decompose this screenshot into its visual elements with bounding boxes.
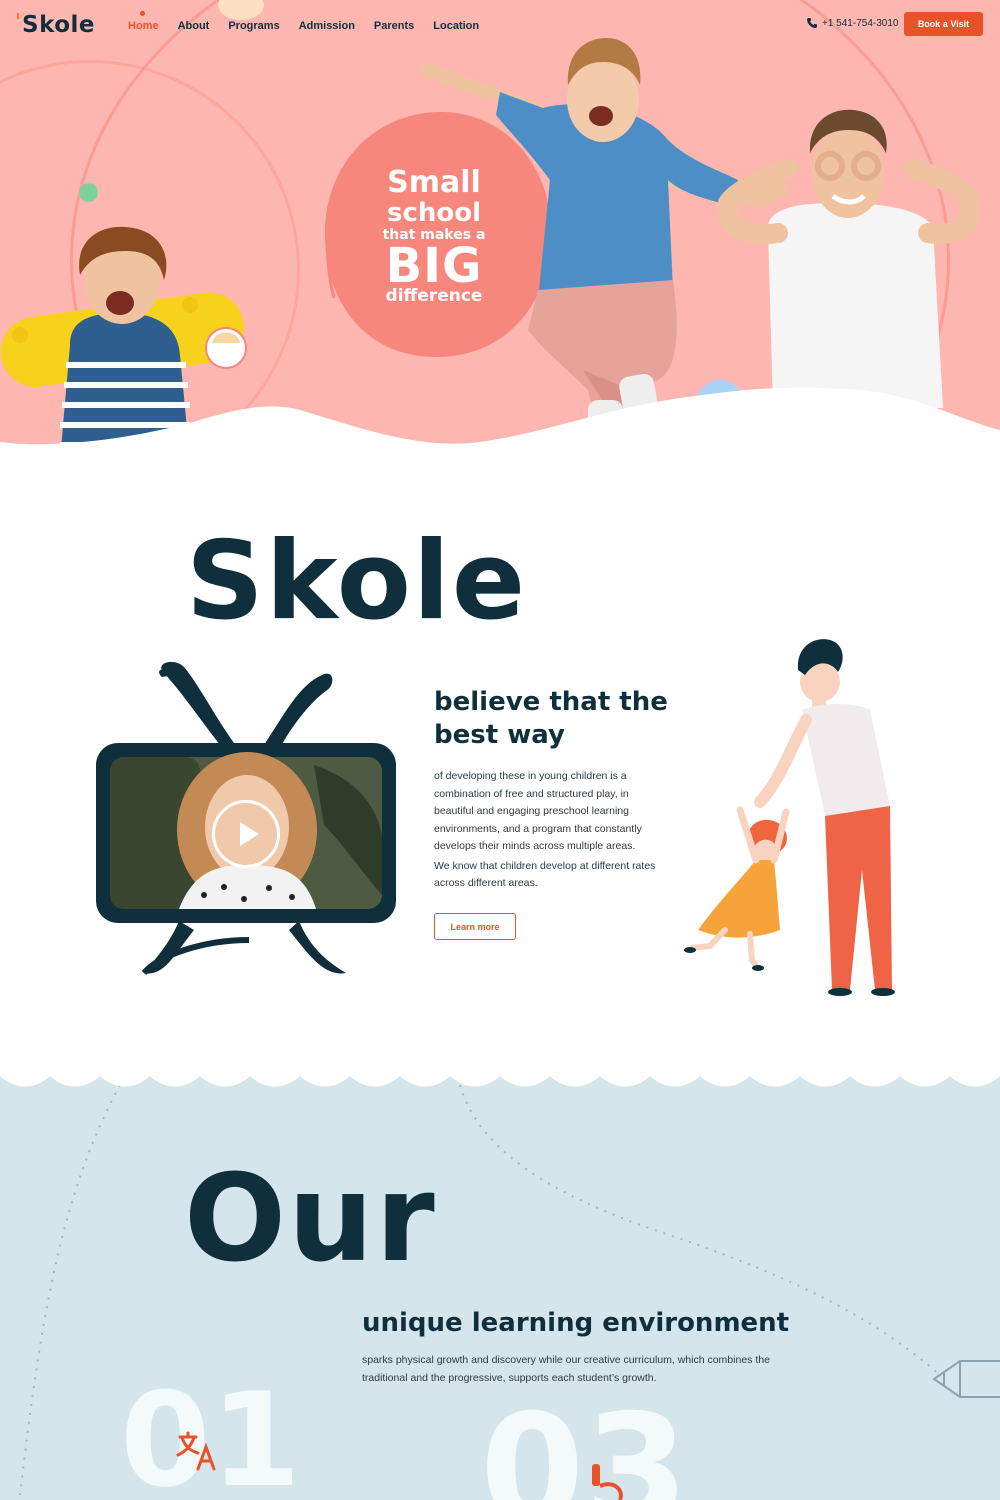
pencil-icon — [932, 1360, 1000, 1398]
step-number-03: 03 — [480, 1383, 689, 1500]
decorative-dot — [79, 183, 98, 202]
active-indicator-dot — [140, 11, 145, 16]
kid-goggles-photo — [718, 109, 980, 408]
about-body: of developing these in young children is… — [434, 768, 666, 893]
nav-programs[interactable]: Programs — [228, 20, 279, 32]
section-scallop-wave — [0, 1070, 1000, 1087]
nav-parents[interactable]: Parents — [374, 20, 414, 32]
phone-icon — [807, 18, 817, 28]
phone-link[interactable]: +1 541-754-3010 — [806, 17, 898, 29]
video-play-button[interactable] — [212, 800, 280, 868]
play-icon — [240, 822, 259, 846]
environment-script-word: Our — [184, 1150, 437, 1289]
hero-section: Small school that makes a BIG difference — [0, 0, 1000, 480]
site-logo[interactable]: Skole — [22, 12, 95, 38]
about-paragraph-2: We know that children develop at differe… — [434, 859, 656, 890]
about-script-word: Skole — [186, 519, 528, 644]
learn-more-button[interactable]: Learn more — [434, 913, 516, 940]
nav-home-label: Home — [128, 20, 159, 32]
book-visit-button[interactable]: Book a Visit — [904, 12, 983, 36]
parent-child-illustration — [684, 639, 895, 996]
translate-icon — [176, 1431, 216, 1471]
hero-wave — [0, 387, 1000, 480]
main-nav: Home About Programs Admission Parents Lo… — [128, 11, 498, 32]
environment-heading: unique learning environment — [362, 1308, 790, 1338]
environment-section: 01 03 — [0, 1075, 1000, 1500]
nav-home[interactable]: Home — [128, 11, 159, 32]
about-paragraph-1: of developing these in young children is… — [434, 770, 642, 852]
environment-body: sparks physical growth and discovery whi… — [362, 1354, 770, 1384]
about-heading: believe that the best way — [434, 687, 668, 750]
nav-admission[interactable]: Admission — [299, 20, 355, 32]
figure-icon — [592, 1464, 623, 1500]
nav-location[interactable]: Location — [433, 20, 479, 32]
nav-about[interactable]: About — [178, 20, 210, 32]
phone-number: +1 541-754-3010 — [822, 17, 899, 29]
